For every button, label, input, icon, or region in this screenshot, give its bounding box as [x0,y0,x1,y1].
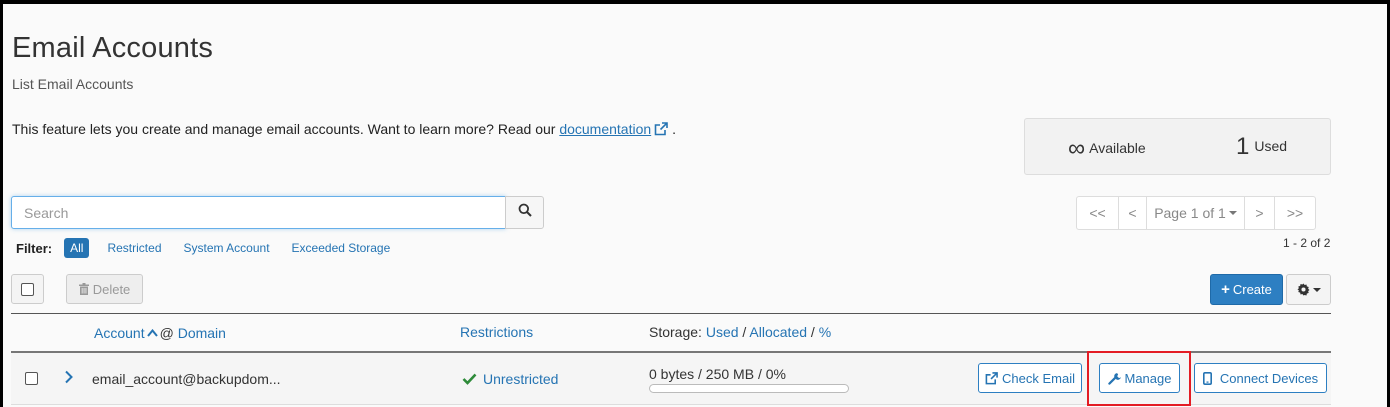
select-all-checkbox[interactable] [11,274,44,304]
result-range: 1 - 2 of 2 [1283,236,1331,250]
checkmark-icon [462,373,477,385]
intro-trailing: . [672,121,677,137]
sort-percent-link[interactable]: % [819,324,831,340]
at-separator: @ [159,325,174,341]
filter-label: Filter: [16,240,53,256]
table-divider [11,313,1331,314]
column-header-restrictions[interactable]: Restrictions [460,324,533,340]
create-button[interactable]: + Create [1210,274,1283,305]
connect-devices-label: Connect Devices [1219,370,1319,386]
next-page-button[interactable]: > [1244,197,1274,229]
trash-icon [78,283,89,295]
restriction-label: Unrestricted [483,371,559,387]
filter-exceeded-storage[interactable]: Exceeded Storage [292,241,391,255]
page-selector[interactable]: Page 1 of 1 [1146,197,1244,229]
filter-system-account[interactable]: System Account [184,241,270,255]
search-icon [518,203,532,222]
account-stats-panel: ∞ Available 1 Used [1024,118,1331,175]
sort-account-link[interactable]: Account [94,325,145,341]
caret-down-icon [1312,287,1321,292]
checkbox-icon [21,282,34,296]
storage-progress-bar [649,384,849,393]
filter-all[interactable]: All [64,238,90,258]
documentation-link[interactable]: documentation [559,121,651,137]
row-checkbox[interactable] [25,372,38,385]
column-header-account: Account @ Domain [94,324,226,341]
sort-allocated-link[interactable]: Allocated [749,324,807,340]
search-input[interactable] [11,196,506,229]
check-email-label: Check Email [1002,370,1075,386]
last-page-button[interactable]: >> [1274,197,1315,229]
create-label: Create [1232,282,1272,297]
infinity-icon: ∞ [1068,135,1086,162]
connect-devices-button[interactable]: Connect Devices [1194,363,1327,393]
previous-page-button[interactable]: < [1118,197,1146,229]
storage-separator: / [742,324,747,340]
first-page-button[interactable]: << [1077,197,1118,229]
chevron-right-icon[interactable] [64,370,74,389]
filter-restricted[interactable]: Restricted [107,241,161,255]
check-email-button[interactable]: Check Email [978,363,1082,393]
highlight-annotation [1087,351,1191,406]
available-label: Available [1089,140,1146,156]
gear-icon [1296,283,1310,296]
filter-bar: Filter: All Restricted System Account Ex… [16,238,412,258]
used-stat: 1 Used [1236,133,1287,161]
page-title: Email Accounts [12,32,214,64]
page-label: Page 1 of 1 [1154,205,1226,221]
delete-button[interactable]: Delete [66,274,143,304]
external-link-icon[interactable] [654,122,668,139]
storage-label: Storage: [649,324,702,340]
storage-separator: / [810,324,815,340]
sort-ascending-icon[interactable] [146,324,158,340]
restriction-status[interactable]: Unrestricted [462,371,558,387]
intro-description: This feature lets you create and manage … [12,121,560,137]
page-subtitle: List Email Accounts [12,76,134,92]
sort-domain-link[interactable]: Domain [178,325,226,341]
external-link-icon [985,371,998,384]
used-count: 1 [1236,133,1250,160]
plus-icon: + [1221,281,1230,298]
storage-usage-text: 0 bytes / 250 MB / 0% [649,366,786,382]
intro-text: This feature lets you create and manage … [12,121,676,139]
sort-used-link[interactable]: Used [706,324,739,340]
mobile-device-icon [1202,371,1212,385]
settings-menu-button[interactable] [1286,274,1331,305]
search-button[interactable] [505,196,544,229]
caret-down-icon [1228,211,1237,215]
available-stat: ∞ Available [1068,135,1146,163]
account-email: email_account@backupdom... [92,371,281,387]
pagination: << < Page 1 of 1 > >> [1076,196,1316,230]
column-header-storage: Storage: Used / Allocated / % [649,324,831,340]
used-label: Used [1254,138,1288,154]
delete-label: Delete [92,281,131,297]
